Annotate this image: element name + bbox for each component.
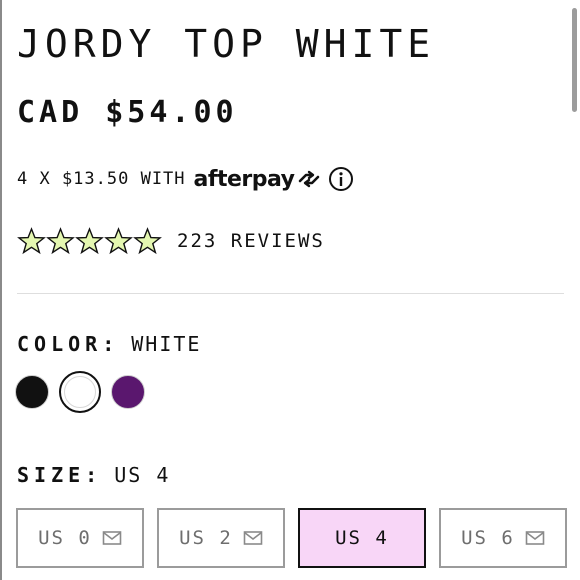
selected-color-value: WHITE xyxy=(131,332,202,356)
star-icon xyxy=(133,226,162,256)
mail-icon xyxy=(525,530,545,546)
color-selector-label: COLOR: WHITE xyxy=(17,332,201,356)
rating-stars xyxy=(17,226,162,256)
star-icon xyxy=(75,226,104,256)
info-icon[interactable] xyxy=(328,166,354,192)
size-options: US 0 US 2 US 4 US 6 xyxy=(16,508,580,568)
product-title: JORDY TOP WHITE xyxy=(17,22,436,66)
scrollbar[interactable] xyxy=(572,8,577,112)
mail-icon xyxy=(243,530,263,546)
star-icon xyxy=(46,226,75,256)
product-price: CAD $54.00 xyxy=(17,95,238,130)
size-selector-label: SIZE: US 4 xyxy=(17,463,170,487)
afterpay-logo[interactable]: afterpay xyxy=(194,167,322,192)
afterpay-arrows-icon xyxy=(298,170,319,188)
size-option-label: US 6 xyxy=(461,527,515,549)
size-option-us-4[interactable]: US 4 xyxy=(298,508,426,568)
size-option-label: US 0 xyxy=(38,527,92,549)
size-option-us-2[interactable]: US 2 xyxy=(157,508,285,568)
star-icon xyxy=(17,226,46,256)
installment-text: 4 X $13.50 WITH xyxy=(17,169,186,189)
star-icon xyxy=(104,226,133,256)
afterpay-logo-text: afterpay xyxy=(193,166,295,192)
size-option-us-6[interactable]: US 6 xyxy=(439,508,567,568)
color-label: COLOR: xyxy=(17,332,120,356)
color-swatch-white[interactable] xyxy=(59,371,101,413)
mail-icon xyxy=(102,530,122,546)
size-label: SIZE: xyxy=(17,463,103,487)
installment-info: 4 X $13.50 WITH afterpay xyxy=(17,165,354,193)
size-option-label: US 2 xyxy=(179,527,233,549)
size-option-label: US 4 xyxy=(335,527,389,549)
size-option-us-0[interactable]: US 0 xyxy=(16,508,144,568)
divider xyxy=(17,293,564,294)
color-swatches xyxy=(15,371,155,413)
color-swatch-purple[interactable] xyxy=(111,375,145,409)
reviews-summary[interactable]: 223 REVIEWS xyxy=(17,226,325,256)
reviews-count[interactable]: 223 REVIEWS xyxy=(177,230,325,252)
selected-size-value: US 4 xyxy=(114,463,171,487)
window-edge xyxy=(0,0,2,580)
color-swatch-black[interactable] xyxy=(15,375,49,409)
